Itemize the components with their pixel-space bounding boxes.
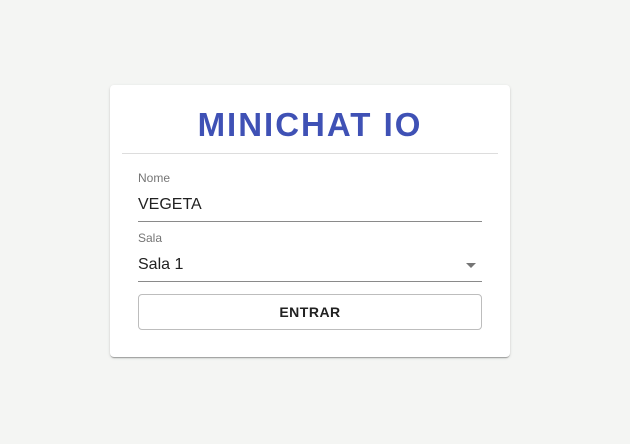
room-select[interactable]: Sala 1 [138,255,482,282]
login-card: MINICHAT IO Nome VEGETA Sala Sala 1 ENTR… [110,85,510,357]
title-divider [122,153,498,154]
app-title: MINICHAT IO [197,106,423,143]
name-field[interactable]: Nome VEGETA [138,171,482,222]
dropdown-arrow-icon[interactable] [466,263,476,268]
name-input-value: VEGETA [138,196,202,213]
room-select-value: Sala 1 [138,256,184,273]
room-field[interactable]: Sala Sala 1 [138,231,482,282]
name-input[interactable]: VEGETA [138,195,482,222]
room-field-label: Sala [138,231,163,245]
name-field-label: Nome [138,171,171,185]
enter-button[interactable]: ENTRAR [138,294,482,330]
